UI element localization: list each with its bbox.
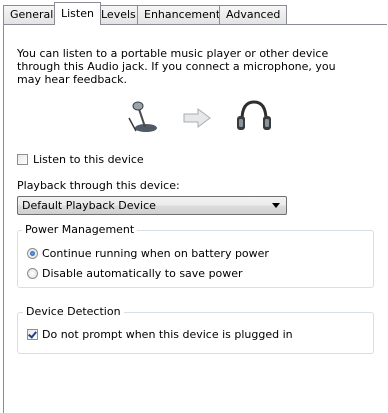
listen-to-device-checkbox[interactable]: Listen to this device <box>17 153 217 168</box>
listen-description: You can listen to a portable music playe… <box>17 47 336 86</box>
tab-advanced[interactable]: Advanced <box>219 5 288 24</box>
playback-device-value: Default Playback Device <box>22 199 156 212</box>
headphones-icon <box>237 100 271 130</box>
tab-strip: General Listen Levels Enhancements Advan… <box>0 0 388 25</box>
do-not-prompt-checkbox-box[interactable] <box>27 329 38 340</box>
disable-automatically-radio[interactable]: Disable automatically to save power <box>27 267 327 282</box>
device-detection-title: Device Detection <box>23 305 124 318</box>
listen-checkbox-label: Listen to this device <box>33 153 144 166</box>
chevron-down-icon <box>272 203 280 208</box>
microphone-icon <box>128 101 157 132</box>
tab-levels[interactable]: Levels <box>94 5 143 24</box>
listen-checkbox-box[interactable] <box>17 154 28 165</box>
disable-automatically-radio-button[interactable] <box>27 268 38 279</box>
tab-general[interactable]: General <box>3 5 61 24</box>
playback-label: Playback through this device: <box>17 179 180 192</box>
device-illustration <box>126 98 276 138</box>
continue-running-radio-button[interactable] <box>27 248 38 259</box>
do-not-prompt-checkbox[interactable]: Do not prompt when this device is plugge… <box>27 328 347 343</box>
disable-automatically-label: Disable automatically to save power <box>42 267 243 280</box>
do-not-prompt-label: Do not prompt when this device is plugge… <box>42 328 293 341</box>
right-arrow-icon <box>183 108 211 128</box>
continue-running-label: Continue running when on battery power <box>42 247 269 260</box>
power-management-title: Power Management <box>22 223 138 236</box>
tab-listen[interactable]: Listen <box>54 2 101 25</box>
playback-device-select[interactable]: Default Playback Device <box>17 196 287 215</box>
continue-running-radio[interactable]: Continue running when on battery power <box>27 247 327 262</box>
